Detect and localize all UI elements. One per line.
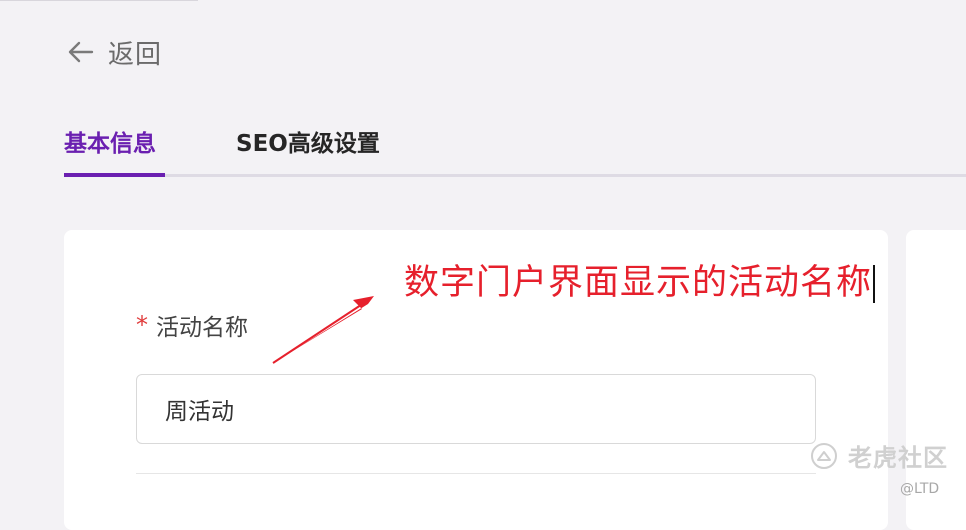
activity-name-label-text: 活动名称 <box>156 315 248 341</box>
required-mark: * <box>136 311 148 339</box>
annotation-label: 数字门户界面显示的活动名称 <box>404 263 873 303</box>
tab-bar: 基本信息 SEO高级设置 <box>64 118 966 178</box>
watermark-brand: 老虎社区 <box>848 444 948 472</box>
activity-name-label: * 活动名称 <box>136 308 248 342</box>
form-divider <box>136 473 816 474</box>
text-caret <box>873 265 876 303</box>
community-logo-icon <box>811 442 837 469</box>
active-tab-indicator <box>64 173 165 177</box>
activity-name-input[interactable] <box>136 374 816 444</box>
arrow-left-icon <box>68 41 94 63</box>
back-label: 返回 <box>108 39 163 70</box>
top-divider <box>0 0 198 1</box>
tab-baseline <box>64 174 966 177</box>
watermark-handle: @LTD <box>900 481 940 497</box>
annotation-text: 数字门户界面显示的活动名称 <box>404 254 876 305</box>
tab-seo-settings[interactable]: SEO高级设置 <box>236 124 380 158</box>
back-button[interactable]: 返回 <box>66 36 163 70</box>
tab-basic-info[interactable]: 基本信息 <box>64 124 156 158</box>
watermark: 老虎社区 <box>810 438 948 473</box>
